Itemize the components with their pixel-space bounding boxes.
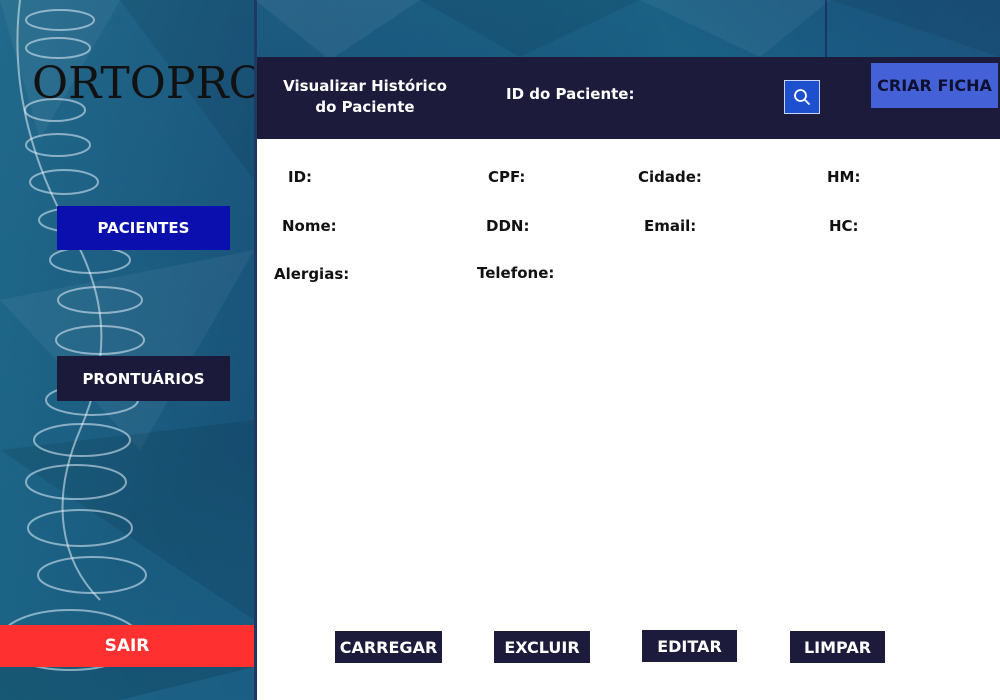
field-cidade-label: Cidade:: [638, 168, 702, 186]
patient-id-input[interactable]: [640, 82, 780, 108]
load-button[interactable]: CARREGAR: [335, 631, 442, 663]
field-id-label: ID:: [288, 168, 313, 186]
sidebar-item-prontuarios[interactable]: PRONTUÁRIOS: [57, 356, 230, 401]
search-icon: [794, 89, 810, 105]
field-email-label: Email:: [644, 217, 697, 235]
page-title: Visualizar Histórico do Paciente: [283, 77, 447, 116]
field-nome-label: Nome:: [282, 217, 337, 235]
clear-button[interactable]: LIMPAR: [790, 631, 885, 663]
delete-button[interactable]: EXCLUIR: [494, 631, 590, 663]
patient-details-panel: [257, 139, 1000, 700]
field-alergias-label: Alergias:: [274, 265, 350, 283]
field-ddn-label: DDN:: [486, 217, 530, 235]
search-button[interactable]: [784, 80, 820, 114]
patient-id-label: ID do Paciente:: [506, 85, 635, 103]
field-hc-label: HC:: [829, 217, 859, 235]
app-logo: ORTOPRO: [32, 58, 265, 109]
sidebar: ORTOPRO PACIENTES PRONTUÁRIOS SAIR: [0, 0, 265, 700]
create-record-button[interactable]: CRIAR FICHA: [869, 61, 1000, 110]
edit-button[interactable]: EDITAR: [642, 630, 737, 662]
field-cpf-label: CPF:: [488, 168, 526, 186]
sidebar-item-pacientes[interactable]: PACIENTES: [57, 206, 230, 250]
logout-button[interactable]: SAIR: [0, 625, 254, 667]
field-hm-label: HM:: [827, 168, 861, 186]
field-telefone-label: Telefone:: [477, 264, 555, 282]
